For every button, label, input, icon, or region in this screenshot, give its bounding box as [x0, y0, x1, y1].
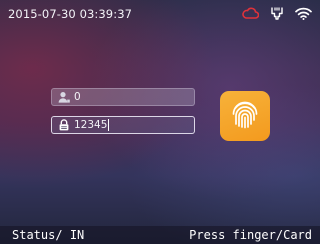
- text-caret: [108, 119, 110, 131]
- user-id-value: 0: [74, 91, 81, 103]
- status-indicator: Status/ IN: [12, 228, 84, 242]
- datetime-label: 2015-07-30 03:39:37: [8, 7, 133, 21]
- wifi-icon: [295, 7, 312, 20]
- attendance-screen: 2015-07-30 03:39:37 0 12345 Status/ IN P…: [0, 0, 320, 244]
- password-field[interactable]: 12345: [51, 116, 195, 134]
- user-icon: [58, 91, 70, 103]
- fingerprint-icon: [229, 98, 261, 134]
- user-id-field[interactable]: 0: [51, 88, 195, 106]
- cloud-icon: [242, 7, 259, 19]
- lock-icon: [58, 119, 70, 131]
- network-port-icon: [270, 6, 284, 20]
- status-icons: [242, 5, 312, 21]
- password-value: 12345: [74, 119, 110, 131]
- status-bar: Status/ IN Press finger/Card: [0, 226, 320, 244]
- status-label: Status/: [12, 228, 63, 242]
- status-value: IN: [69, 228, 85, 242]
- prompt-text: Press finger/Card: [189, 228, 312, 242]
- fingerprint-button[interactable]: [220, 91, 270, 141]
